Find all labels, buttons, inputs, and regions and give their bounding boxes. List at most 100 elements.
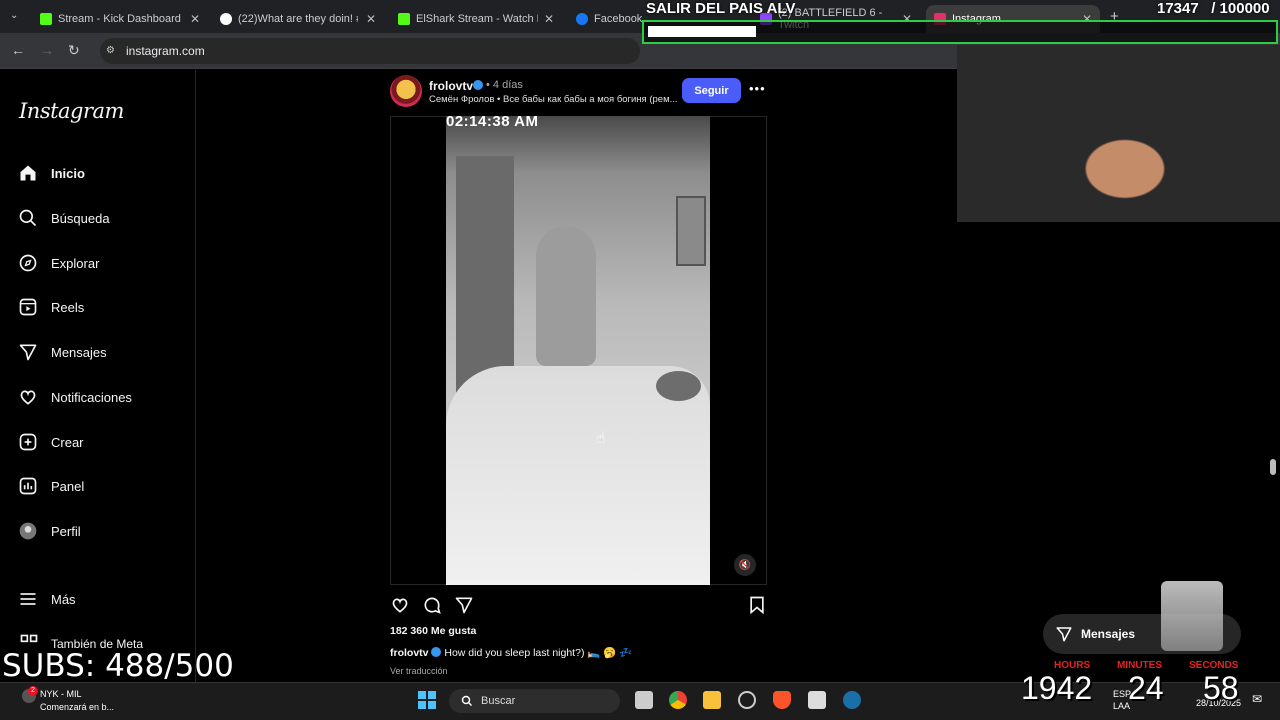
plus-square-icon xyxy=(19,433,37,451)
nav-item-reels[interactable]: Reels xyxy=(18,293,84,321)
save-button[interactable] xyxy=(747,595,767,620)
donation-goal-fill xyxy=(648,26,756,37)
person-standing-shape xyxy=(536,226,596,366)
back-icon[interactable]: ← xyxy=(11,42,25,58)
nav-item-notificaciones[interactable]: Notificaciones xyxy=(18,383,132,411)
facebook-favicon-icon xyxy=(576,13,588,25)
notification-center-icon[interactable]: ✉ xyxy=(1252,692,1262,706)
nav-item-mensajes[interactable]: Mensajes xyxy=(18,338,107,366)
task-view-icon[interactable] xyxy=(635,691,653,709)
windows-start-icon[interactable] xyxy=(418,691,436,709)
nav-label: Notificaciones xyxy=(51,389,132,405)
tab-label: Stream - Kick Dashboard xyxy=(58,13,181,25)
comment-button[interactable] xyxy=(422,595,442,620)
nav-label: Perfil xyxy=(51,523,81,539)
post-username[interactable]: frolovtv xyxy=(429,79,473,93)
search-icon xyxy=(19,209,37,227)
post-video[interactable] xyxy=(446,116,710,585)
search-icon xyxy=(461,695,473,707)
verified-badge-icon xyxy=(473,80,483,90)
tab-kick-dashboard[interactable]: Stream - Kick Dashboard ✕ xyxy=(32,5,208,33)
menu-icon xyxy=(20,593,36,605)
close-tab-icon[interactable]: ✕ xyxy=(366,12,376,26)
subs-goal-counter: SUBS: 488/500 xyxy=(2,648,234,684)
tab-search-dropdown-icon[interactable]: ⌄ xyxy=(10,10,18,21)
timer-minutes: 24 xyxy=(1128,670,1164,706)
video-timestamp: 02:14:38 AM xyxy=(446,113,539,130)
media-subtitle: Comenzará en b... xyxy=(40,702,115,712)
donation-goal-count: 17347 / 100000 xyxy=(1157,0,1270,17)
send-icon xyxy=(1056,627,1072,642)
nav-label: Explorar xyxy=(51,255,100,271)
nav-item-busqueda[interactable]: Búsqueda xyxy=(18,204,110,232)
media-title: NYK - MIL xyxy=(40,689,82,699)
share-button[interactable] xyxy=(454,595,474,620)
taskbar-search[interactable]: Buscar xyxy=(449,689,620,713)
chrome-icon[interactable] xyxy=(669,691,687,709)
home-icon xyxy=(20,165,36,181)
url-text: instagram.com xyxy=(126,44,205,58)
likes-count[interactable]: 182 360 Me gusta xyxy=(390,625,476,637)
site-settings-icon[interactable]: ⚙ xyxy=(106,45,115,56)
see-translation-link[interactable]: Ver traducción xyxy=(390,666,448,676)
bookmark-icon xyxy=(750,596,764,615)
nav-label: Reels xyxy=(51,299,85,315)
streamer-webcam xyxy=(957,45,1280,222)
nav-label: Inicio xyxy=(51,165,85,181)
close-tab-icon[interactable]: ✕ xyxy=(544,12,554,26)
timer-seconds: 58 xyxy=(1203,670,1239,706)
send-icon xyxy=(455,597,473,614)
compass-icon xyxy=(19,254,37,272)
mute-icon[interactable]: 🔇 xyxy=(734,554,756,576)
post-caption: frolovtv How did you sleep last night?) … xyxy=(390,646,632,659)
messages-pill-label: Mensajes xyxy=(1081,627,1136,641)
chart-icon xyxy=(19,477,37,495)
timer-hours: 1942 xyxy=(1021,670,1093,706)
tab-label: Facebook xyxy=(594,13,643,25)
forward-icon[interactable]: → xyxy=(40,42,54,58)
caption-username[interactable]: frolovtv xyxy=(390,647,429,659)
tab-facebook[interactable]: Facebook xyxy=(568,5,644,33)
steam-icon[interactable] xyxy=(843,691,861,709)
nav-item-explorar[interactable]: Explorar xyxy=(18,249,99,277)
nav-label: Crear xyxy=(51,434,84,450)
send-icon xyxy=(19,344,37,361)
nav-item-perfil[interactable]: Perfil xyxy=(18,517,81,545)
tab-tiktok[interactable]: (22)What are they doin! #Sq ✕ xyxy=(212,5,384,33)
close-tab-icon[interactable]: ✕ xyxy=(190,12,200,26)
verified-badge-icon xyxy=(431,647,442,657)
reels-icon xyxy=(19,298,37,316)
obs-icon[interactable] xyxy=(738,691,756,709)
tip-jar-image xyxy=(1161,581,1223,651)
donation-goal-title: SALIR DEL PAIS ALV xyxy=(646,0,796,17)
heart-icon xyxy=(20,390,36,405)
media-widget[interactable]: NYK - MIL Comenzará en b... xyxy=(40,688,114,714)
url-field[interactable]: instagram.com xyxy=(100,38,640,64)
tab-label: ElShark Stream - Watch Live xyxy=(416,13,538,25)
like-button[interactable] xyxy=(390,595,410,620)
post-audio-subtitle[interactable]: Семён Фролов • Все бабы как бабы а моя б… xyxy=(429,94,679,105)
comment-icon xyxy=(424,597,441,614)
nav-item-crear[interactable]: Crear xyxy=(18,428,84,456)
nav-item-panel[interactable]: Panel xyxy=(18,472,84,500)
nav-item-mas[interactable]: Más xyxy=(18,585,76,613)
more-options-icon[interactable]: ••• xyxy=(749,81,766,96)
wall-picture-shape xyxy=(676,196,706,266)
file-explorer-icon[interactable] xyxy=(703,691,721,709)
nav-label: Más xyxy=(51,591,76,607)
app-icon[interactable] xyxy=(808,691,826,709)
nav-item-inicio[interactable]: Inicio xyxy=(18,159,85,187)
follow-button[interactable]: Seguir xyxy=(682,78,741,103)
taskbar-search-label: Buscar xyxy=(481,695,516,707)
reload-icon[interactable]: ↻ xyxy=(68,42,80,59)
kick-favicon-icon xyxy=(40,13,52,25)
instagram-logo[interactable]: Instagram xyxy=(19,99,124,123)
nav-label: Mensajes xyxy=(51,344,107,360)
nav-label: Panel xyxy=(51,478,85,494)
brave-icon[interactable] xyxy=(773,691,791,709)
mouse-cursor-icon: ☝ xyxy=(596,430,606,447)
post-author-avatar[interactable] xyxy=(390,75,422,107)
tab-elshark-stream[interactable]: ElShark Stream - Watch Live ✕ xyxy=(390,5,562,33)
page-scrollbar[interactable] xyxy=(1270,459,1276,475)
tab-label: (22)What are they doin! #Sq xyxy=(238,13,358,25)
